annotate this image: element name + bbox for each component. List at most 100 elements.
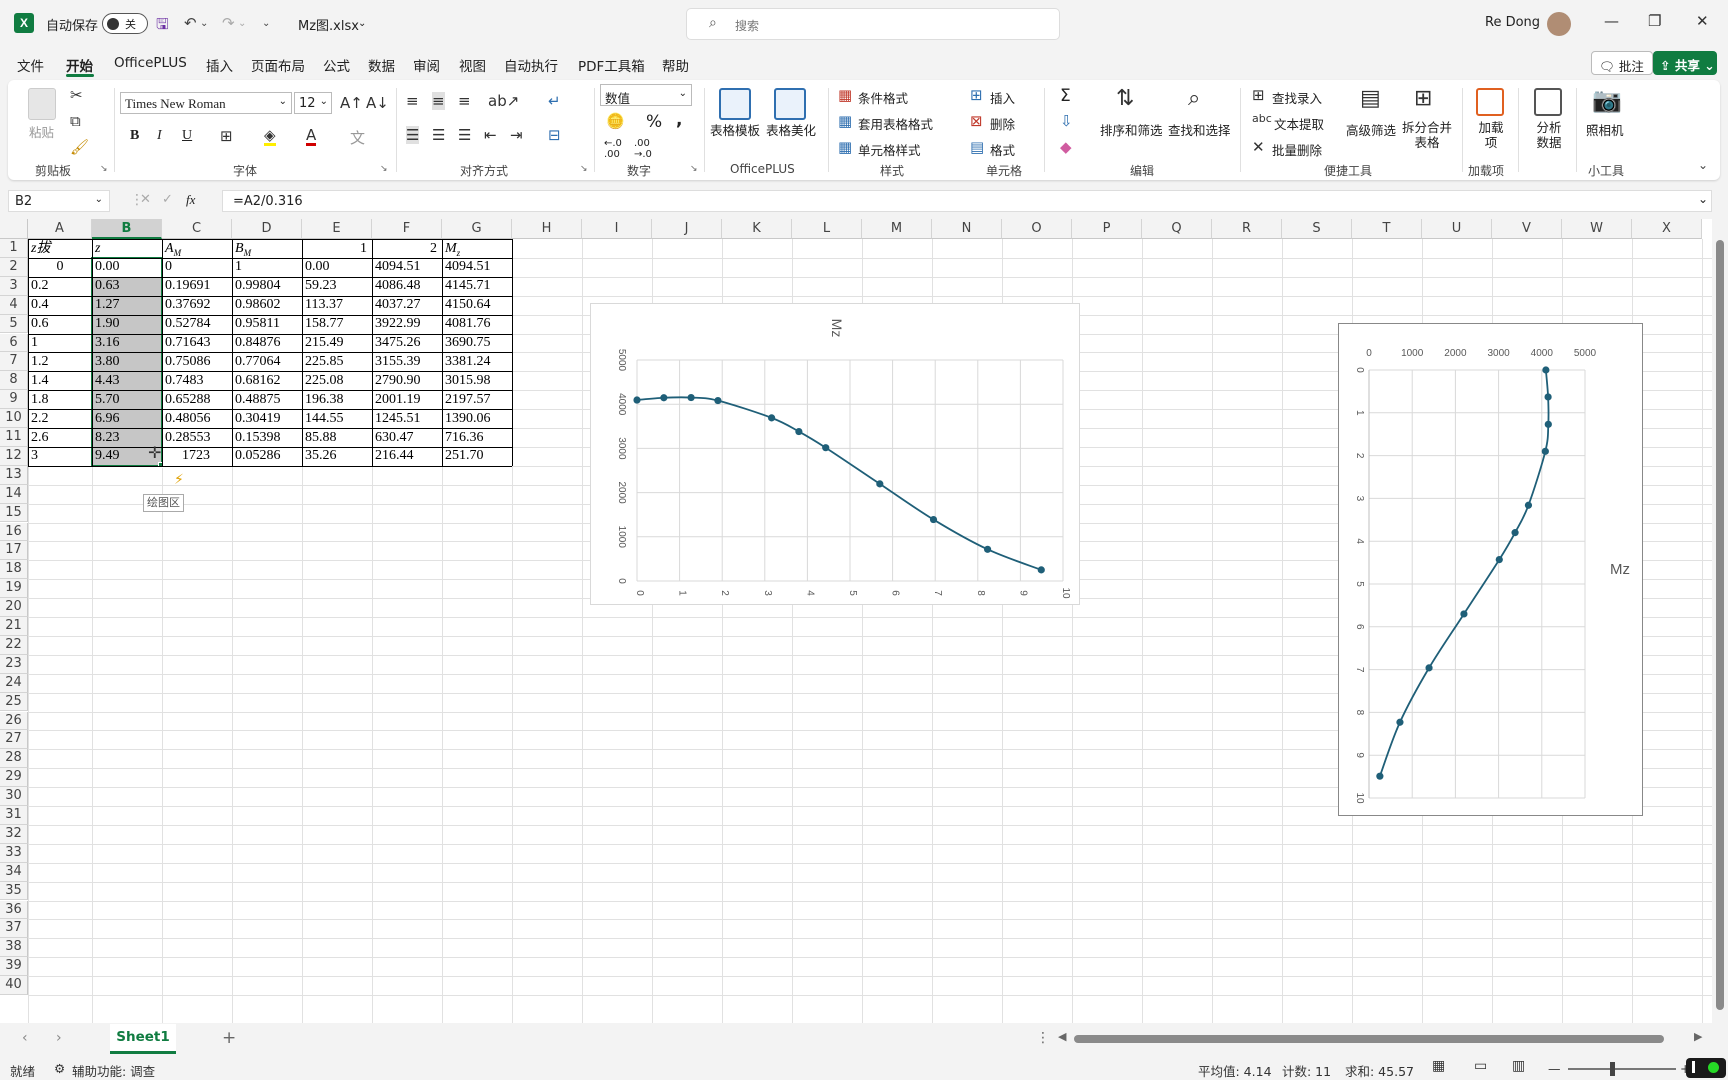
column-header-i[interactable]: I xyxy=(582,219,652,239)
row-header-6[interactable]: 6 xyxy=(0,333,28,353)
font-size-select[interactable]: 12 ⌄ xyxy=(294,92,332,114)
page-layout-view-icon[interactable]: ▭ xyxy=(1474,1058,1487,1074)
cell-c8[interactable]: 0.7483 xyxy=(165,371,204,391)
restore-icon[interactable]: ❐ xyxy=(1648,12,1661,30)
cell-f8[interactable]: 2790.90 xyxy=(375,371,421,391)
column-header-v[interactable]: V xyxy=(1492,219,1562,239)
cell-c1[interactable]: AM xyxy=(165,239,181,259)
percent-button[interactable]: % xyxy=(646,112,662,132)
row-header-14[interactable]: 14 xyxy=(0,484,28,504)
cell-e10[interactable]: 144.55 xyxy=(305,409,344,429)
cell-c4[interactable]: 0.37692 xyxy=(165,295,211,315)
column-header-t[interactable]: T xyxy=(1352,219,1422,239)
column-header-k[interactable]: K xyxy=(722,219,792,239)
number-format-select[interactable]: 数值 ⌄ xyxy=(600,84,692,106)
cell-f9[interactable]: 2001.19 xyxy=(375,390,421,410)
minimize-icon[interactable]: — xyxy=(1604,12,1619,30)
cell-d4[interactable]: 0.98602 xyxy=(235,295,281,315)
underline-button[interactable]: U xyxy=(182,128,192,144)
row-header-39[interactable]: 39 xyxy=(0,957,28,977)
fill-handle[interactable] xyxy=(158,461,164,468)
row-header-13[interactable]: 13 xyxy=(0,465,28,485)
row-header-33[interactable]: 33 xyxy=(0,843,28,863)
cell-b6[interactable]: 3.16 xyxy=(95,333,120,353)
row-header-24[interactable]: 24 xyxy=(0,673,28,693)
cell-e5[interactable]: 158.77 xyxy=(305,314,344,334)
analyze-data-icon[interactable] xyxy=(1534,88,1562,116)
cell-g4[interactable]: 4150.64 xyxy=(445,295,491,315)
align-middle-icon[interactable]: ≡ xyxy=(432,92,445,110)
table-template-button[interactable]: 表格模板 xyxy=(710,120,760,139)
column-header-j[interactable]: J xyxy=(652,219,722,239)
autosave-toggle[interactable]: 关 xyxy=(102,13,148,34)
redo-dropdown-icon[interactable]: ⌄ xyxy=(238,18,246,29)
comma-button[interactable]: , xyxy=(676,110,682,130)
column-header-m[interactable]: M xyxy=(862,219,932,239)
filename-chevron-icon[interactable]: ⌄ xyxy=(358,18,366,29)
cell-g2[interactable]: 4094.51 xyxy=(445,257,491,277)
select-all-corner[interactable] xyxy=(0,219,28,239)
row-header-17[interactable]: 17 xyxy=(0,541,28,561)
spreadsheet-grid[interactable]: z拔 z AM BM 1 2 Mz 0 0.00 0 1 0.00 4094.51 4094.51 0.2 0… xyxy=(0,219,1712,1023)
cell-g9[interactable]: 2197.57 xyxy=(445,390,491,410)
format-painter-icon[interactable]: 🖌 xyxy=(70,138,89,156)
cell-e6[interactable]: 215.49 xyxy=(305,333,344,353)
add-sheet-button[interactable]: + xyxy=(222,1028,236,1048)
column-header-d[interactable]: D xyxy=(232,219,302,239)
chart-mz-depth-profile[interactable]: 0 1000 2000 3000 4000 5000 0 1 2 3 4 5 6 7 8 9 10 Mz xyxy=(1338,323,1643,816)
tab-view[interactable]: 视图 xyxy=(459,55,486,75)
align-left-icon[interactable]: ☰ xyxy=(406,126,420,144)
zoom-slider-thumb[interactable] xyxy=(1610,1062,1615,1076)
align-top-icon[interactable]: ≡ xyxy=(406,92,419,110)
increase-font-icon[interactable]: A↑ xyxy=(340,94,363,112)
paste-icon[interactable] xyxy=(28,88,56,120)
cell-c12[interactable]: 1723 xyxy=(182,446,210,466)
delete-cells-icon[interactable]: ⊠ xyxy=(970,112,983,130)
cell-f12[interactable]: 216.44 xyxy=(375,446,414,466)
row-header-7[interactable]: 7 xyxy=(0,352,28,372)
cell-c11[interactable]: 0.28553 xyxy=(165,428,211,448)
cell-d8[interactable]: 0.68162 xyxy=(235,371,281,391)
cell-a7[interactable]: 1.2 xyxy=(31,352,49,372)
save-icon[interactable]: 🖫 xyxy=(156,14,169,39)
conditional-format-button[interactable]: 条件格式 xyxy=(858,88,908,107)
cell-styles-button[interactable]: 单元格样式 xyxy=(858,140,921,159)
sheet-tab-sheet1[interactable]: Sheet1 xyxy=(110,1024,176,1054)
column-header-l[interactable]: L xyxy=(792,219,862,239)
add-ins-icon[interactable] xyxy=(1476,88,1504,116)
row-header-23[interactable]: 23 xyxy=(0,654,28,674)
paste-button[interactable]: 粘贴 xyxy=(29,122,54,141)
cell-e8[interactable]: 225.08 xyxy=(305,371,344,391)
row-header-1[interactable]: 1 xyxy=(0,239,28,258)
cell-g3[interactable]: 4145.71 xyxy=(445,276,491,296)
conditional-format-icon[interactable]: ▦ xyxy=(838,86,852,104)
cell-a2[interactable]: 0 xyxy=(31,257,89,277)
cell-f10[interactable]: 1245.51 xyxy=(375,409,421,429)
confirm-entry-icon[interactable]: ✓ xyxy=(162,192,173,207)
cell-e9[interactable]: 196.38 xyxy=(305,390,344,410)
split-merge-button[interactable]: 拆分合并表格 xyxy=(1400,120,1454,150)
column-header-c[interactable]: C xyxy=(162,219,232,239)
insert-cells-button[interactable]: 插入 xyxy=(990,88,1015,107)
prev-sheet-icon[interactable]: ‹ xyxy=(22,1030,28,1046)
zoom-out-icon[interactable]: — xyxy=(1548,1061,1561,1076)
cell-b1[interactable]: z xyxy=(95,239,100,259)
lookup-entry-button[interactable]: 查找录入 xyxy=(1272,88,1322,107)
row-header-35[interactable]: 35 xyxy=(0,881,28,901)
format-as-table-icon[interactable]: ▦ xyxy=(838,112,852,130)
row-header-12[interactable]: 12 xyxy=(0,446,28,466)
row-header-31[interactable]: 31 xyxy=(0,806,28,825)
column-header-w[interactable]: W xyxy=(1562,219,1632,239)
tab-automate[interactable]: 自动执行 xyxy=(504,55,558,75)
next-sheet-icon[interactable]: › xyxy=(56,1030,62,1046)
redo-icon[interactable]: ↷ xyxy=(222,14,235,32)
cell-b12[interactable]: 9.49 xyxy=(95,446,120,466)
customize-qat-icon[interactable]: ⌄ xyxy=(262,18,270,29)
insert-cells-icon[interactable]: ⊞ xyxy=(970,86,983,104)
cell-d6[interactable]: 0.84876 xyxy=(235,333,281,353)
row-header-20[interactable]: 20 xyxy=(0,598,28,617)
decrease-indent-icon[interactable]: ⇤ xyxy=(484,126,497,144)
cell-a1[interactable]: z拔 xyxy=(31,239,50,259)
cell-a4[interactable]: 0.4 xyxy=(31,295,49,315)
cell-b10[interactable]: 6.96 xyxy=(95,409,120,429)
